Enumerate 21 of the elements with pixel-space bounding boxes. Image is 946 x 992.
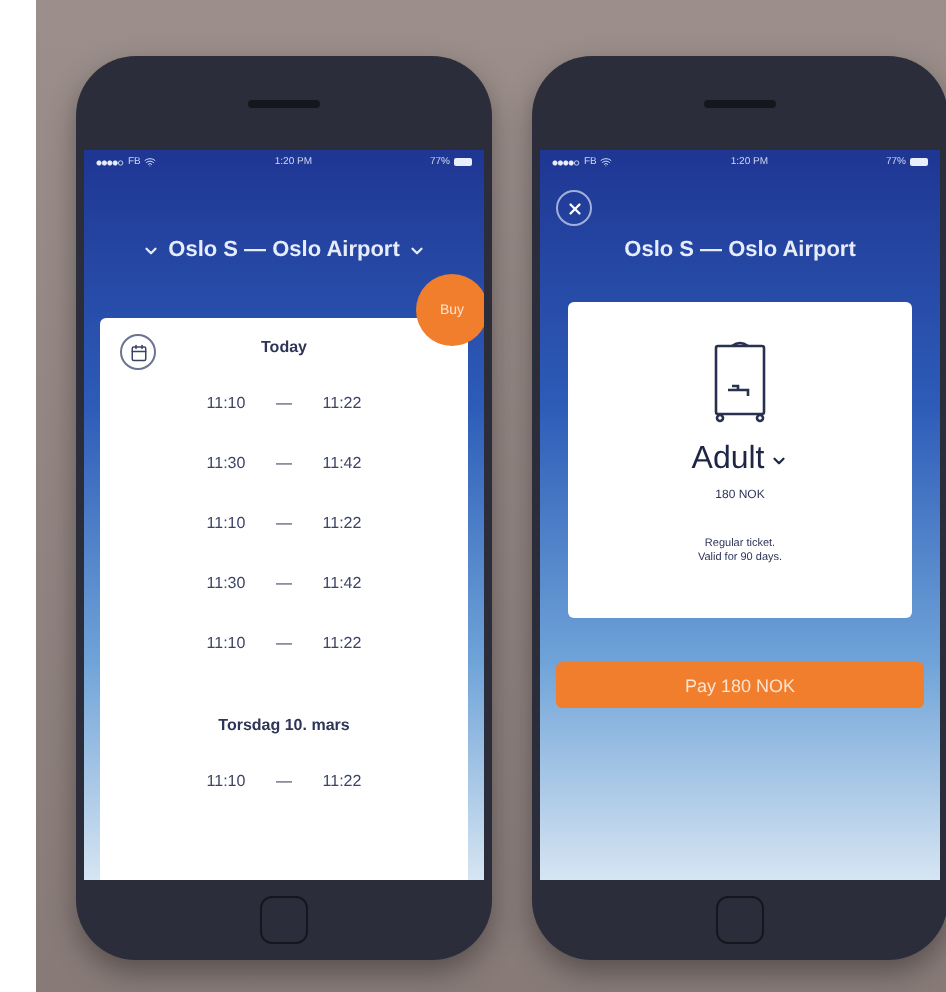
route-title: Oslo S — Oslo Airport xyxy=(624,238,856,262)
battery-icon xyxy=(910,158,928,166)
signal-icon xyxy=(552,159,580,165)
departure-row[interactable]: 11:10 — 11:22 xyxy=(198,612,370,672)
calendar-icon xyxy=(129,343,147,361)
day-heading: Today xyxy=(261,338,307,356)
departure-row[interactable]: 11:10 — 11:22 xyxy=(198,372,370,432)
wifi-icon xyxy=(600,156,613,168)
ticket-type[interactable]: Adult xyxy=(691,442,765,478)
departure-row[interactable]: 11:10 — 11:22 xyxy=(198,750,370,810)
close-button[interactable] xyxy=(556,190,592,226)
wifi-icon xyxy=(144,156,157,168)
signal-icon xyxy=(96,159,124,165)
route-title: Oslo S — Oslo Airport xyxy=(168,238,400,262)
departure-row[interactable]: 11:30 — 11:42 xyxy=(198,552,370,612)
close-icon xyxy=(565,199,583,217)
departure-row[interactable]: 11:10 — 11:22 xyxy=(198,492,370,552)
luggage-icon xyxy=(710,338,770,426)
departure-row[interactable]: 11:30 — 11:42 xyxy=(198,432,370,492)
day-heading: Torsdag 10. mars xyxy=(218,716,350,734)
battery-icon xyxy=(454,158,472,166)
